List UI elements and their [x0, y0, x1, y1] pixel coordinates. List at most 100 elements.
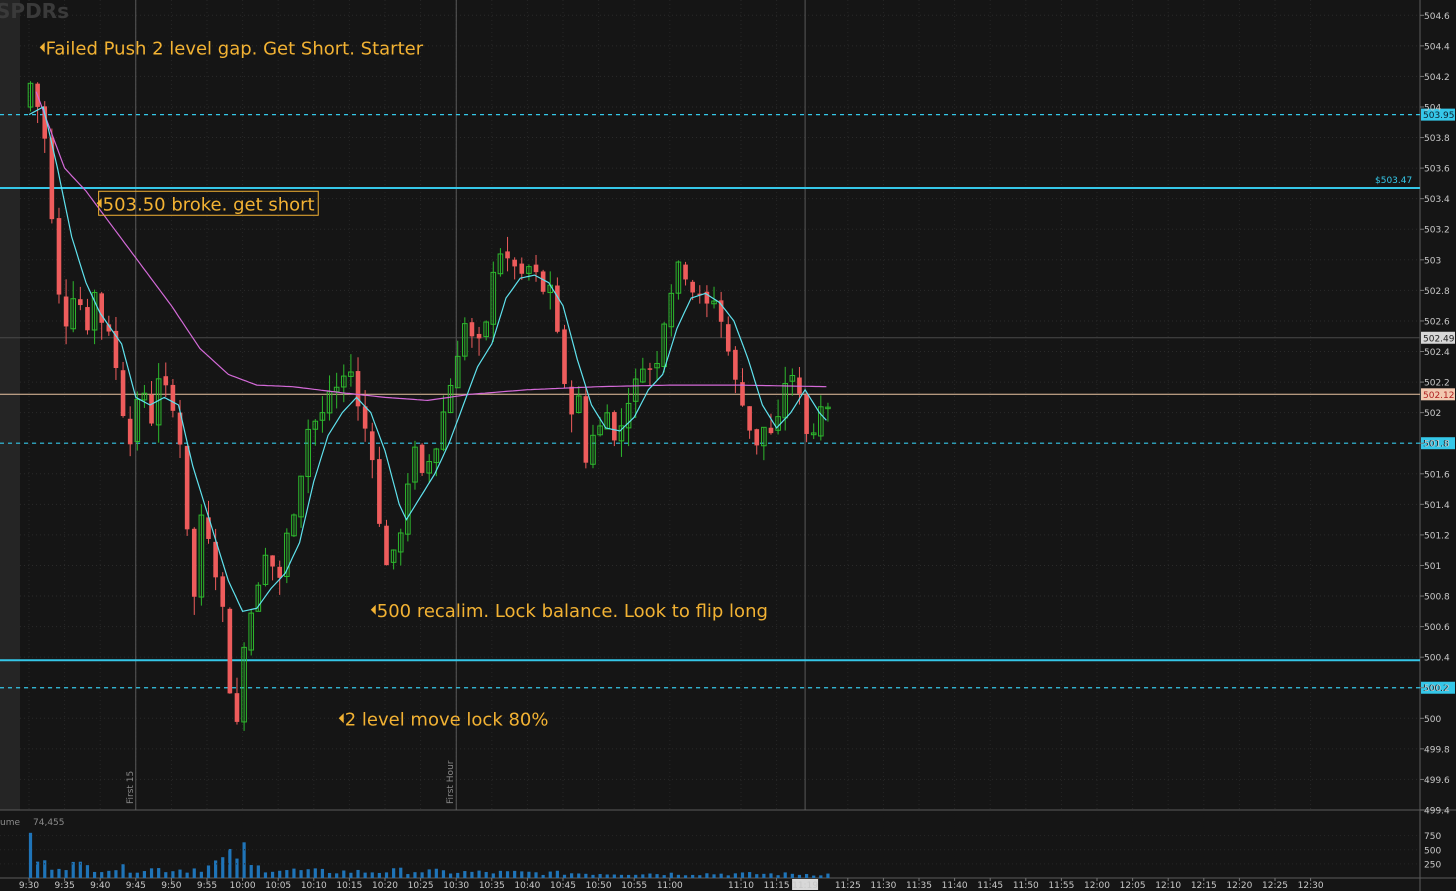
volume-bar [377, 872, 381, 878]
x-tick-label: 12:10 [1155, 881, 1181, 891]
candle-body [690, 281, 695, 293]
candle-body [149, 394, 154, 424]
volume-bar [527, 871, 531, 878]
annotation-text: Failed Push 2 level gap. Get Short. Star… [46, 38, 424, 59]
annotation-text: 503.50 broke. get short [103, 194, 315, 215]
vertical-marker-label: First 15 [126, 771, 136, 804]
x-tick-label: 11:30 [870, 881, 896, 891]
y-tick-label: 499.6 [1424, 776, 1450, 786]
y-tick-label: 504.2 [1424, 73, 1450, 83]
volume-bar [434, 868, 438, 878]
x-tick-label: 9:45 [126, 881, 146, 891]
price-badge-text: 502.49 [1423, 334, 1455, 344]
volume-bar [50, 869, 54, 878]
volume-bar [149, 868, 154, 878]
volume-value: 74,455 [33, 818, 65, 828]
volume-bar [363, 872, 367, 878]
y-tick-label: 500.2 [1424, 684, 1450, 694]
x-tick-label: 12:25 [1262, 881, 1288, 891]
y-tick-label: 500.4 [1424, 654, 1450, 664]
volume-bar [619, 874, 624, 878]
volume-bar [534, 872, 538, 878]
volume-bar [157, 868, 161, 878]
candle-body [725, 324, 731, 352]
volume-bar [342, 870, 346, 878]
volume-bar [755, 874, 759, 878]
y-tick-label: 502.4 [1424, 348, 1450, 358]
y-tick-label: 499.8 [1424, 745, 1450, 755]
volume-bar [107, 870, 111, 878]
volume-bar [64, 870, 68, 878]
volume-bar [448, 873, 453, 878]
y-tick-label: 499.4 [1424, 807, 1450, 817]
candle-body [419, 444, 425, 473]
premarket-shade [0, 0, 20, 810]
annotation-text: 500 recalim. Lock balance. Look to flip … [377, 601, 768, 622]
x-tick-label: 11:00 [657, 881, 683, 891]
candle-body [569, 386, 574, 415]
volume-bar [655, 874, 659, 878]
x-tick-label: 11:25 [835, 881, 861, 891]
volume-bar [135, 872, 139, 878]
volume-bar [662, 875, 666, 878]
annotation-text: 2 level move lock 80% [345, 709, 549, 730]
volume-bar [171, 871, 175, 878]
volume-bar [790, 873, 794, 878]
volume-bar [384, 872, 389, 878]
volume-bar [577, 873, 581, 878]
x-tick-label: 10:05 [265, 881, 291, 891]
chart-background [0, 0, 1456, 891]
candle-body [555, 285, 560, 332]
volume-bar [748, 872, 752, 878]
volume-bar [263, 872, 268, 878]
volume-bar [249, 865, 253, 878]
x-tick-label: 12:20 [1226, 881, 1252, 891]
price-badge-text: 502.12 [1423, 391, 1455, 401]
y-tick-label: 503.4 [1424, 195, 1450, 205]
candle-body [562, 329, 567, 384]
volume-bar [669, 872, 673, 878]
price-level-label: $503.47 [1375, 176, 1412, 186]
volume-bar [356, 869, 360, 878]
volume-bar [477, 870, 481, 878]
volume-bar [292, 868, 296, 878]
volume-bar [463, 871, 467, 878]
x-tick-label: 10:40 [514, 881, 540, 891]
volume-bar [634, 874, 638, 878]
y-tick-label: 502.6 [1424, 317, 1450, 327]
y-tick-label: 501.4 [1424, 501, 1450, 511]
y-tick-label: 504.6 [1424, 12, 1450, 22]
candle-body [170, 384, 176, 411]
y-tick-label: 501.8 [1424, 440, 1450, 450]
y-tick-label: 502.8 [1424, 287, 1450, 297]
candle-body [533, 264, 539, 273]
volume-bar [740, 872, 745, 878]
volume-tick-label: 500 [1424, 846, 1441, 856]
volume-bar [605, 874, 609, 878]
price-chart[interactable]: First 15 First Hour $503.47 Failed Push 2… [0, 0, 1456, 891]
candle-body [127, 418, 133, 445]
cursor-time-text: 11:19 [792, 881, 818, 891]
x-tick-label: 11:50 [1013, 881, 1039, 891]
candle-body [184, 445, 190, 530]
candle-body [519, 263, 525, 274]
volume-bar [28, 832, 33, 878]
volume-bar [648, 873, 652, 878]
candle-body [512, 259, 517, 267]
volume-bar [769, 873, 773, 878]
candle-body [234, 693, 240, 722]
candle-body [384, 525, 389, 566]
volume-bar [121, 864, 125, 878]
candle-body [683, 264, 688, 280]
volume-tick-label: 750 [1424, 832, 1441, 842]
x-tick-label: 10:15 [336, 881, 362, 891]
volume-bar [327, 872, 332, 878]
candle-body [505, 251, 510, 259]
volume-bar [698, 875, 702, 878]
x-tick-label: 9:35 [54, 881, 74, 891]
candle-body [747, 406, 752, 431]
candle-body [227, 608, 233, 694]
volume-bar [705, 873, 709, 878]
y-tick-label: 500.8 [1424, 593, 1450, 603]
volume-bar [199, 871, 203, 878]
